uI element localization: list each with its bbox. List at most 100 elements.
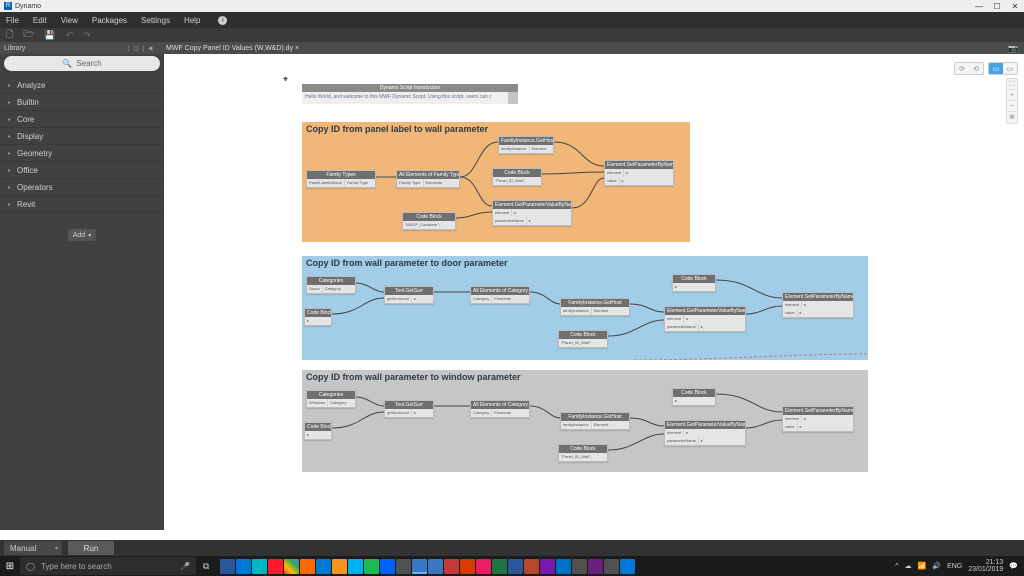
app-autocad[interactable] xyxy=(444,559,459,574)
menu-edit[interactable]: Edit xyxy=(33,16,47,25)
node-categories-doors[interactable]: CategoriesDoorsCategory xyxy=(306,276,356,294)
node-all-elements-family-type[interactable]: All Elements of Family TypeFamily TypeEl… xyxy=(396,170,460,188)
category-revit[interactable]: Revit xyxy=(0,196,164,213)
node-code-block-g3[interactable]: Code Block▸ xyxy=(672,388,716,406)
redo-icon[interactable]: ↷ xyxy=(83,30,91,41)
group-blue[interactable]: Copy ID from wall parameter to door para… xyxy=(302,256,868,360)
app-a[interactable] xyxy=(460,559,475,574)
node-set-parameter-value[interactable]: Element.SetParameterByNameelement▸value▸ xyxy=(604,160,674,186)
run-mode-dropdown[interactable]: Manual xyxy=(4,541,62,555)
node-set-parameter-value-g[interactable]: Element.SetParameterByNameelement▸value▸ xyxy=(782,406,854,432)
task-view-icon[interactable]: ⧉ xyxy=(198,558,214,574)
menu-view[interactable]: View xyxy=(61,16,78,25)
tray-cloud-icon[interactable]: ☁ xyxy=(905,562,912,570)
zoom-in-button[interactable]: + xyxy=(1007,90,1017,101)
tray-clock[interactable]: 21:1323/01/2019 xyxy=(968,559,1003,573)
run-button[interactable]: Run xyxy=(68,541,114,555)
group-orange[interactable]: Copy ID from panel label to wall paramet… xyxy=(302,122,690,242)
node-tool-getsurr[interactable]: Tool.GetSurrgetSurround▸ xyxy=(384,286,434,304)
new-doc-icon[interactable]: 🗋 xyxy=(6,27,13,43)
app-firefox[interactable] xyxy=(300,559,315,574)
app-revit-2[interactable] xyxy=(428,559,443,574)
open-doc-icon[interactable]: 🗁 xyxy=(23,27,34,43)
library-toggle-icons[interactable]: | ◫ | ◀ xyxy=(128,45,153,52)
group-intro[interactable]: Dynamo Script Introduction Hello World, … xyxy=(302,84,518,104)
node-tool-getsurr-g[interactable]: Tool.GetSurrgetSurround▸ xyxy=(384,400,434,418)
graph-canvas[interactable]: ⌖ ⟳⟲ ▭▭ ⛶ + − ⊕ Dynamo Script Introducti… xyxy=(164,54,1024,530)
app-onenote[interactable] xyxy=(540,559,555,574)
app-vlc[interactable] xyxy=(332,559,347,574)
app-misc2[interactable] xyxy=(620,559,635,574)
menu-settings[interactable]: Settings xyxy=(141,16,170,25)
app-chrome[interactable] xyxy=(284,559,299,574)
node-familyinstance-gethost-g[interactable]: FamilyInstance.GetHostfamilyInstanceElem… xyxy=(560,412,630,430)
app-powerpoint[interactable] xyxy=(524,559,539,574)
menu-packages[interactable]: Packages xyxy=(92,16,127,25)
start-button[interactable]: ⊞ xyxy=(0,556,20,576)
app-explorer[interactable] xyxy=(220,559,235,574)
app-excel[interactable] xyxy=(492,559,507,574)
app-edge[interactable] xyxy=(316,559,331,574)
close-button[interactable]: ✕ xyxy=(1006,2,1024,11)
node-family-types[interactable]: Family TypesPanelLabelDefaultFamily Type xyxy=(306,170,376,188)
node-familyinstance-gethost-b[interactable]: FamilyInstance.GetHostfamilyInstanceElem… xyxy=(560,298,630,316)
category-office[interactable]: Office xyxy=(0,162,164,179)
app-revit[interactable] xyxy=(412,559,427,574)
node-code-block-g2[interactable]: Code Block"Panel_ID_Wall"; xyxy=(558,444,608,462)
node-set-parameter-value-b[interactable]: Element.SetParameterByNameelement▸value▸ xyxy=(782,292,854,318)
node-categories-windows[interactable]: CategoriesWindowsCategory xyxy=(306,390,356,408)
app-opera[interactable] xyxy=(268,559,283,574)
view-graph-toggle[interactable]: ▭ xyxy=(989,63,1003,74)
tray-lang[interactable]: ENG xyxy=(947,563,962,570)
category-display[interactable]: Display xyxy=(0,128,164,145)
library-add-button[interactable]: Add▾ xyxy=(68,229,96,241)
taskbar-search[interactable]: ◯ Type here to search 🎤 xyxy=(20,557,196,575)
undo-icon[interactable]: ↶ xyxy=(66,30,74,41)
view-bg-toggle[interactable]: ▭ xyxy=(1003,63,1017,74)
minimize-button[interactable]: — xyxy=(970,2,988,11)
menu-file[interactable]: File xyxy=(6,16,19,25)
tray-notifications-icon[interactable]: 💬 xyxy=(1009,562,1018,570)
node-code-block-b3[interactable]: Code Block▸ xyxy=(672,274,716,292)
app-mail[interactable] xyxy=(236,559,251,574)
app-generic[interactable] xyxy=(396,559,411,574)
group-grey[interactable]: Copy ID from wall parameter to window pa… xyxy=(302,370,868,472)
node-all-elements-category-g[interactable]: All Elements of CategoryCategoryElements xyxy=(470,400,530,418)
maximize-button[interactable]: ☐ xyxy=(988,2,1006,11)
node-code-block-g1[interactable]: Code Block▸ xyxy=(304,422,332,440)
node-get-parameter-value[interactable]: Element.GetParameterValueByNameelement▸p… xyxy=(492,200,572,226)
app-spotify[interactable] xyxy=(364,559,379,574)
category-operators[interactable]: Operators xyxy=(0,179,164,196)
zoom-out-button[interactable]: − xyxy=(1007,101,1017,112)
screenshot-icon[interactable]: 📷 xyxy=(1008,44,1018,53)
tray-up-icon[interactable]: ^ xyxy=(895,563,898,570)
node-code-block-b2[interactable]: Code Block"Panel_ID_Wall"; xyxy=(558,330,608,348)
info-icon[interactable]: i xyxy=(218,16,227,25)
app-outlook[interactable] xyxy=(556,559,571,574)
node-code-block-b1[interactable]: Code Block▸ xyxy=(304,308,332,326)
category-geometry[interactable]: Geometry xyxy=(0,145,164,162)
node-familyinstance-gethost[interactable]: FamilyInstance.GetHostfamilyInstanceElem… xyxy=(498,136,554,154)
pan-button[interactable]: ⊕ xyxy=(1007,112,1017,123)
library-search[interactable]: 🔍 Search xyxy=(4,56,160,71)
view-3d-toggle-b[interactable]: ⟲ xyxy=(969,63,983,74)
document-tab[interactable]: MWF Copy Panel ID Values (W,W&D).dy × xyxy=(166,45,299,52)
view-3d-toggle[interactable]: ⟳ xyxy=(955,63,969,74)
node-get-parameter-value-g[interactable]: Element.GetParameterValueByNameelement▸p… xyxy=(664,420,746,446)
category-analyze[interactable]: Analyze xyxy=(0,77,164,94)
tray-wifi-icon[interactable]: 📶 xyxy=(918,562,927,570)
menu-help[interactable]: Help xyxy=(184,16,200,25)
app-bim[interactable] xyxy=(572,559,587,574)
fit-view-button[interactable]: ⛶ xyxy=(1007,79,1017,90)
app-word[interactable] xyxy=(508,559,523,574)
node-get-parameter-value-b[interactable]: Element.GetParameterValueByNameelement▸p… xyxy=(664,306,746,332)
category-builtin[interactable]: Builtin xyxy=(0,94,164,111)
app-skype[interactable] xyxy=(348,559,363,574)
app-b[interactable] xyxy=(476,559,491,574)
node-code-block-2[interactable]: Code Block"Panel_ID_Wall"; xyxy=(492,168,542,186)
app-dropbox[interactable] xyxy=(380,559,395,574)
node-code-block-1[interactable]: Code Block"MSGF_Container"; xyxy=(402,212,456,230)
app-visualstudio[interactable] xyxy=(588,559,603,574)
category-core[interactable]: Core xyxy=(0,111,164,128)
tray-volume-icon[interactable]: 🔊 xyxy=(932,562,941,570)
